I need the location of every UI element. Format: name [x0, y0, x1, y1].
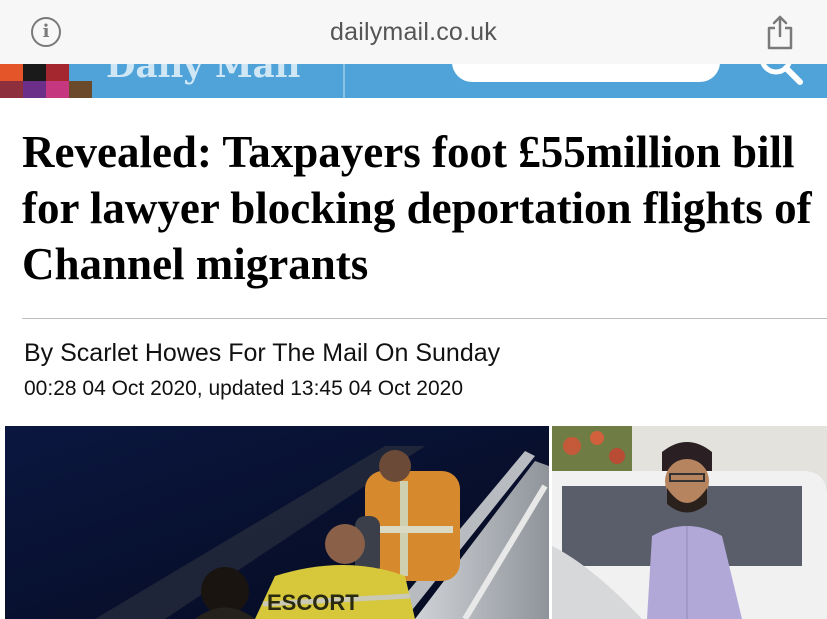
logo-color-square — [0, 81, 23, 98]
search-icon[interactable] — [758, 64, 806, 94]
site-masthead: Daily Mail — [0, 64, 827, 98]
vest-text: ESCORT — [267, 590, 359, 615]
logo-color-square — [69, 64, 92, 81]
url-text[interactable]: dailymail.co.uk — [0, 18, 827, 47]
browser-url-bar[interactable]: i dailymail.co.uk — [0, 0, 827, 64]
article-headline: Revealed: Taxpayers foot £55million bill… — [22, 127, 812, 289]
logo-color-square — [23, 64, 46, 81]
masthead-divider — [343, 64, 345, 98]
article-byline[interactable]: By Scarlet Howes For The Mail On Sunday — [24, 339, 500, 368]
logo-color-square — [46, 81, 69, 98]
share-icon[interactable] — [765, 14, 795, 50]
logo-color-square — [46, 64, 69, 81]
logo-color-square — [0, 64, 23, 81]
logo-color-square — [69, 81, 92, 98]
article-photo-flight[interactable]: ESCORT — [5, 426, 549, 619]
logo-color-square — [23, 81, 46, 98]
article-photo-lawyer[interactable] — [552, 426, 827, 619]
site-logo[interactable]: Daily Mail — [106, 64, 300, 86]
divider — [22, 318, 827, 319]
article-dateline: 00:28 04 Oct 2020, updated 13:45 04 Oct … — [24, 377, 464, 400]
search-input[interactable] — [452, 64, 720, 82]
